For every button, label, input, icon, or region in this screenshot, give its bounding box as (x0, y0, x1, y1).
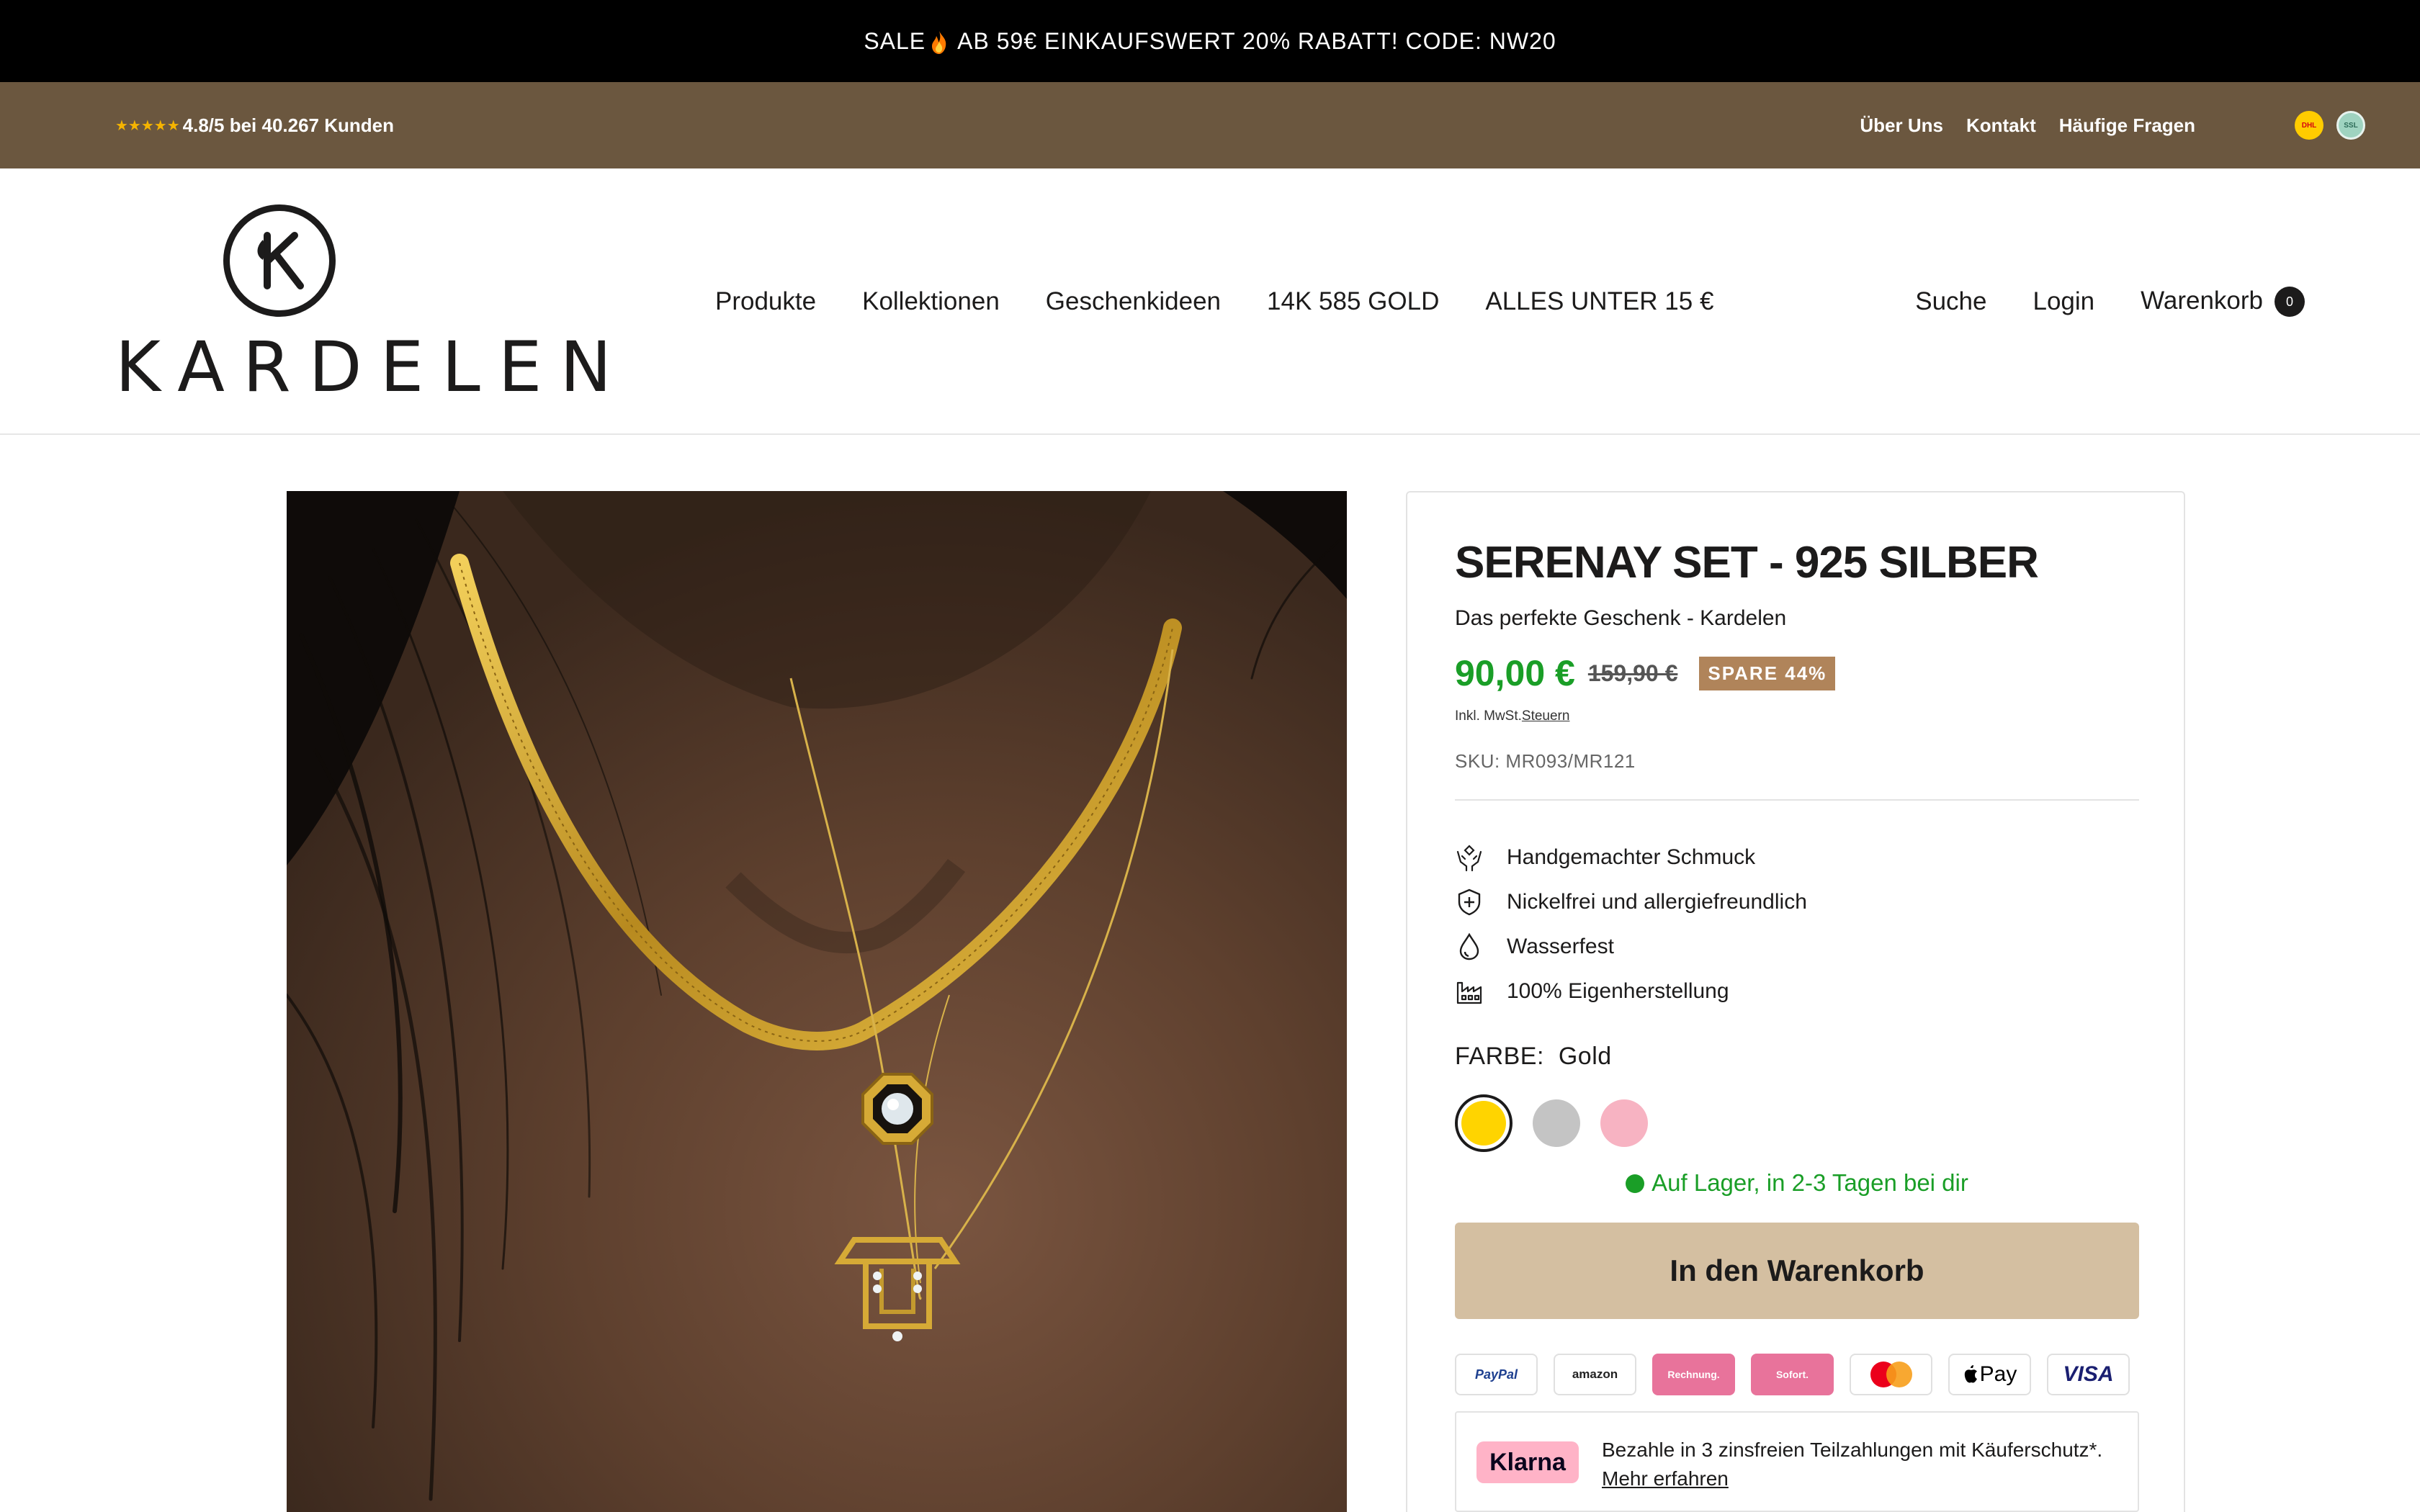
stock-status: Auf Lager, in 2-3 Tagen bei dir (1407, 1169, 2187, 1197)
klarna-rechnung-icon: Rechnung. (1652, 1354, 1735, 1395)
cart-link[interactable]: Warenkorb 0 (2141, 287, 2305, 318)
klarna-logo: Klarna (1476, 1441, 1579, 1483)
factory-icon (1456, 981, 1482, 1004)
klarna-banner: Klarna Bezahle in 3 zinsfreien Teilzahlu… (1455, 1411, 2139, 1512)
color-selector-label: FARBE: Gold (1455, 1043, 1612, 1071)
color-label: FARBE: (1455, 1043, 1544, 1070)
nav-14k-gold[interactable]: 14K 585 GOLD (1267, 287, 1439, 316)
save-badge: SPARE 44% (1699, 656, 1836, 690)
payment-methods: PayPal amazon Rechnung. Sofort. Pay VISA (1455, 1354, 2130, 1395)
logo-wordmark: KARDELEN (115, 327, 630, 408)
klarna-learn-more-link[interactable]: Mehr erfahren (1602, 1467, 1729, 1490)
apple-pay-label: Pay (1979, 1362, 2017, 1386)
product-image[interactable] (287, 491, 1347, 1512)
cart-label: Warenkorb (2141, 286, 2263, 315)
nav-alles-unter-15[interactable]: ALLES UNTER 15 € (1485, 287, 1713, 316)
feature-text: Handgemachter Schmuck (1507, 845, 1756, 869)
feature-text: 100% Eigenherstellung (1507, 979, 1729, 1003)
feature-item: Wasserfest (1455, 924, 1807, 969)
feature-text: Wasserfest (1507, 935, 1614, 958)
add-to-cart-button[interactable]: In den Warenkorb (1455, 1223, 2139, 1319)
price-row: 90,00 € 159,90 € SPARE 44% (1455, 652, 1836, 694)
link-faq[interactable]: Häufige Fragen (2059, 114, 2195, 137)
tax-prefix: Inkl. MwSt. (1455, 708, 1522, 724)
main-navigation: Produkte Kollektionen Geschenkideen 14K … (715, 168, 1713, 435)
visa-icon: VISA (2047, 1354, 2130, 1395)
brand-logo[interactable]: KARDELEN (115, 204, 611, 402)
header-actions: Suche Login Warenkorb 0 (1915, 168, 2305, 435)
amazon-pay-icon: amazon (1554, 1354, 1636, 1395)
product-subtitle: Das perfekte Geschenk - Kardelen (1455, 606, 1787, 630)
selected-color-name: Gold (1558, 1043, 1612, 1070)
cart-count-badge: 0 (2275, 287, 2305, 318)
apple-logo-icon (1964, 1365, 1977, 1383)
search-link[interactable]: Suche (1915, 287, 1986, 316)
link-contact[interactable]: Kontakt (1966, 114, 2036, 137)
dhl-icon: DHL (2295, 111, 2323, 140)
apple-pay-icon: Pay (1948, 1354, 2031, 1395)
color-swatches (1455, 1094, 1648, 1152)
product-info-card: SERENAY SET - 925 SILBER Das perfekte Ge… (1406, 491, 2185, 1512)
top-utility-bar: ★★★★★ 4.8/5 bei 40.267 Kunden Über Uns K… (0, 82, 2420, 168)
login-link[interactable]: Login (2033, 287, 2094, 316)
flame-icon (932, 31, 946, 54)
swatch-gold[interactable] (1455, 1094, 1512, 1152)
feature-item: Handgemachter Schmuck (1455, 835, 1807, 880)
klarna-text: Bezahle in 3 zinsfreien Teilzahlungen mi… (1602, 1436, 2120, 1493)
sofort-icon: Sofort. (1751, 1354, 1834, 1395)
trust-badges: DHL SSL (2295, 82, 2365, 168)
tax-note: Inkl. MwSt.Steuern (1455, 708, 1569, 724)
nav-kollektionen[interactable]: Kollektionen (862, 287, 1000, 316)
feature-text: Nickelfrei und allergiefreundlich (1507, 890, 1807, 914)
original-price: 159,90 € (1587, 660, 1678, 686)
necklace-photo (287, 491, 1347, 1512)
tax-link[interactable]: Steuern (1522, 708, 1570, 724)
rating-stars-icon: ★★★★★ (115, 117, 180, 134)
logo-mark-icon (223, 204, 336, 317)
shield-plus-icon (1458, 888, 1481, 916)
top-links: Über Uns Kontakt Häufige Fragen (1860, 82, 2195, 168)
product-sku: SKU: MR093/MR121 (1455, 750, 1636, 772)
feature-list: Handgemachter Schmuck Nickelfrei und all… (1455, 835, 1807, 1014)
paypal-icon: PayPal (1455, 1354, 1538, 1395)
swatch-silber[interactable] (1533, 1099, 1580, 1147)
divider (1455, 799, 2139, 801)
sale-price: 90,00 € (1455, 653, 1575, 693)
product-title: SERENAY SET - 925 SILBER (1455, 538, 2039, 588)
swatch-rose[interactable] (1600, 1099, 1648, 1147)
in-stock-dot-icon (1626, 1174, 1645, 1193)
feature-item: Nickelfrei und allergiefreundlich (1455, 880, 1807, 924)
nav-produkte[interactable]: Produkte (715, 287, 816, 316)
stock-text: Auf Lager, in 2-3 Tagen bei dir (1652, 1169, 1968, 1196)
nav-geschenkideen[interactable]: Geschenkideen (1046, 287, 1221, 316)
feature-item: 100% Eigenherstellung (1455, 969, 1807, 1014)
announcement-text: AB 59€ EINKAUFSWERT 20% RABATT! CODE: NW… (957, 27, 1556, 54)
water-drop-icon (1459, 932, 1479, 960)
announcement-sale: SALE (864, 27, 926, 54)
hands-icon (1456, 845, 1482, 872)
rating-summary: ★★★★★ 4.8/5 bei 40.267 Kunden (115, 82, 394, 168)
announcement-bar: SALE AB 59€ EINKAUFSWERT 20% RABATT! COD… (0, 0, 2420, 82)
link-about[interactable]: Über Uns (1860, 114, 1943, 137)
rating-text: 4.8/5 bei 40.267 Kunden (182, 114, 395, 136)
site-header: KARDELEN Produkte Kollektionen Geschenki… (0, 168, 2420, 435)
mastercard-icon (1850, 1354, 1932, 1395)
ssl-icon: SSL (2336, 111, 2365, 140)
klarna-description: Bezahle in 3 zinsfreien Teilzahlungen mi… (1602, 1439, 2103, 1461)
